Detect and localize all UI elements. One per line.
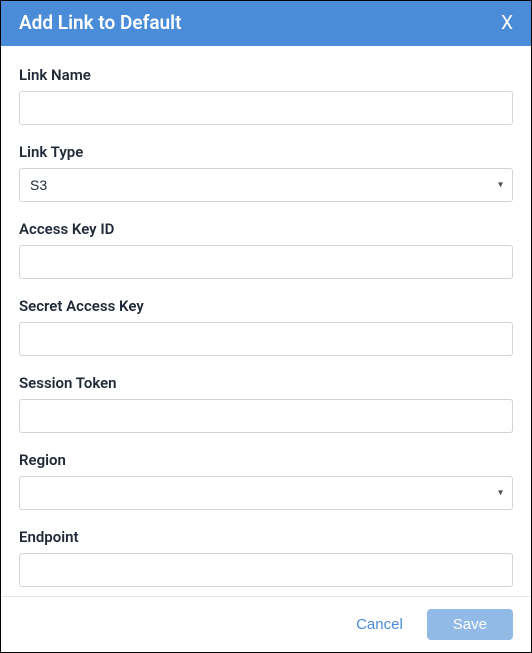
endpoint-input[interactable] [19,553,513,587]
endpoint-label: Endpoint [19,528,513,546]
link-name-input[interactable] [19,91,513,125]
field-link-name: Link Name [19,66,513,125]
link-type-label: Link Type [19,143,513,161]
secret-access-key-input[interactable] [19,322,513,356]
link-type-select[interactable]: S3 [19,168,513,202]
cancel-button[interactable]: Cancel [352,610,407,639]
secret-access-key-label: Secret Access Key [19,297,513,315]
add-link-dialog: Add Link to Default X Link Name Link Typ… [0,0,532,653]
close-icon[interactable]: X [501,13,513,32]
link-name-label: Link Name [19,66,513,84]
session-token-input[interactable] [19,399,513,433]
session-token-label: Session Token [19,374,513,392]
field-session-token: Session Token [19,374,513,433]
dialog-footer: Cancel Save [1,596,531,652]
field-endpoint: Endpoint [19,528,513,587]
access-key-id-input[interactable] [19,245,513,279]
dialog-header: Add Link to Default X [1,1,531,46]
field-access-key-id: Access Key ID [19,220,513,279]
access-key-id-label: Access Key ID [19,220,513,238]
dialog-body: Link Name Link Type S3 ▾ Access Key ID S… [1,46,531,596]
dialog-title: Add Link to Default [19,11,181,34]
field-link-type: Link Type S3 ▾ [19,143,513,202]
region-label: Region [19,451,513,469]
region-select[interactable] [19,476,513,510]
field-region: Region ▾ [19,451,513,510]
field-secret-access-key: Secret Access Key [19,297,513,356]
save-button[interactable]: Save [427,609,513,640]
